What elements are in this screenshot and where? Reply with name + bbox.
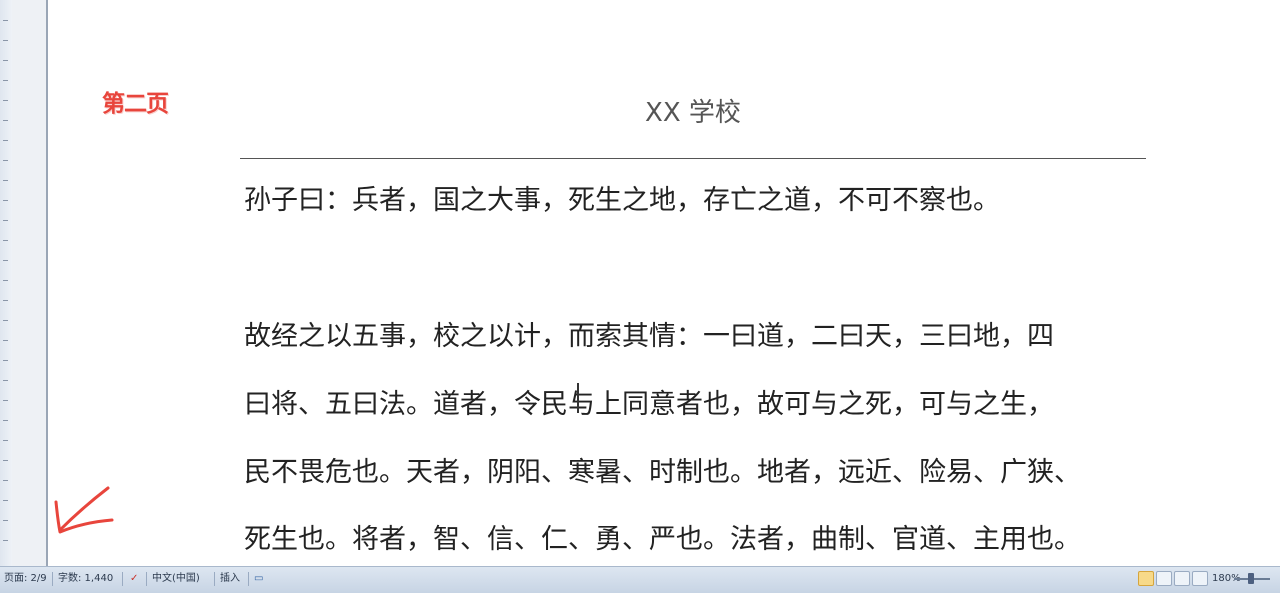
zoom-slider-knob[interactable] [1248,573,1254,584]
page-label-annotation: 第二页 [102,91,169,117]
status-bar: 页面: 2/9 字数: 1,440 ✓ 中文(中国) 插入 ▭ 180% [0,566,1280,593]
web-layout-button[interactable] [1174,571,1190,586]
paragraph-2-line-4[interactable]: 死生也。将者，智、信、仁、勇、严也。法者，曲制、官道、主用也。 [244,517,1146,556]
outline-view-button[interactable] [1192,571,1208,586]
print-layout-view-button[interactable] [1138,571,1154,586]
insert-mode[interactable]: 插入 [220,571,240,587]
spellcheck-icon[interactable]: ✓ [130,571,138,587]
paragraph-2-line-1[interactable]: 故经之以五事，校之以计，而索其情：一曰道，二曰天，三曰地，四 [244,314,1146,353]
paragraph-2-line-2[interactable]: 曰将、五曰法。道者，令民与上同意者也，故可与之死，可与之生， [244,382,1146,421]
paragraph-1[interactable]: 孙子曰：兵者，国之大事，死生之地，存亡之道，不可不察也。 [244,178,1146,217]
page-count[interactable]: 页面: 2/9 [4,571,47,587]
page-header-title: XX 学校 [645,98,741,128]
macro-record-icon[interactable]: ▭ [254,571,263,587]
paragraph-2-line-3[interactable]: 民不畏危也。天者，阴阳、寒暑、时制也。地者，远近、险易、广狭、 [244,450,1146,489]
header-divider [240,158,1146,159]
word-count[interactable]: 字数: 1,440 [58,571,113,587]
text-cursor [577,383,579,413]
page-gutter [12,0,48,566]
language-indicator[interactable]: 中文(中国) [152,571,200,587]
red-arrow-icon [54,486,114,534]
full-screen-reading-button[interactable] [1156,571,1172,586]
